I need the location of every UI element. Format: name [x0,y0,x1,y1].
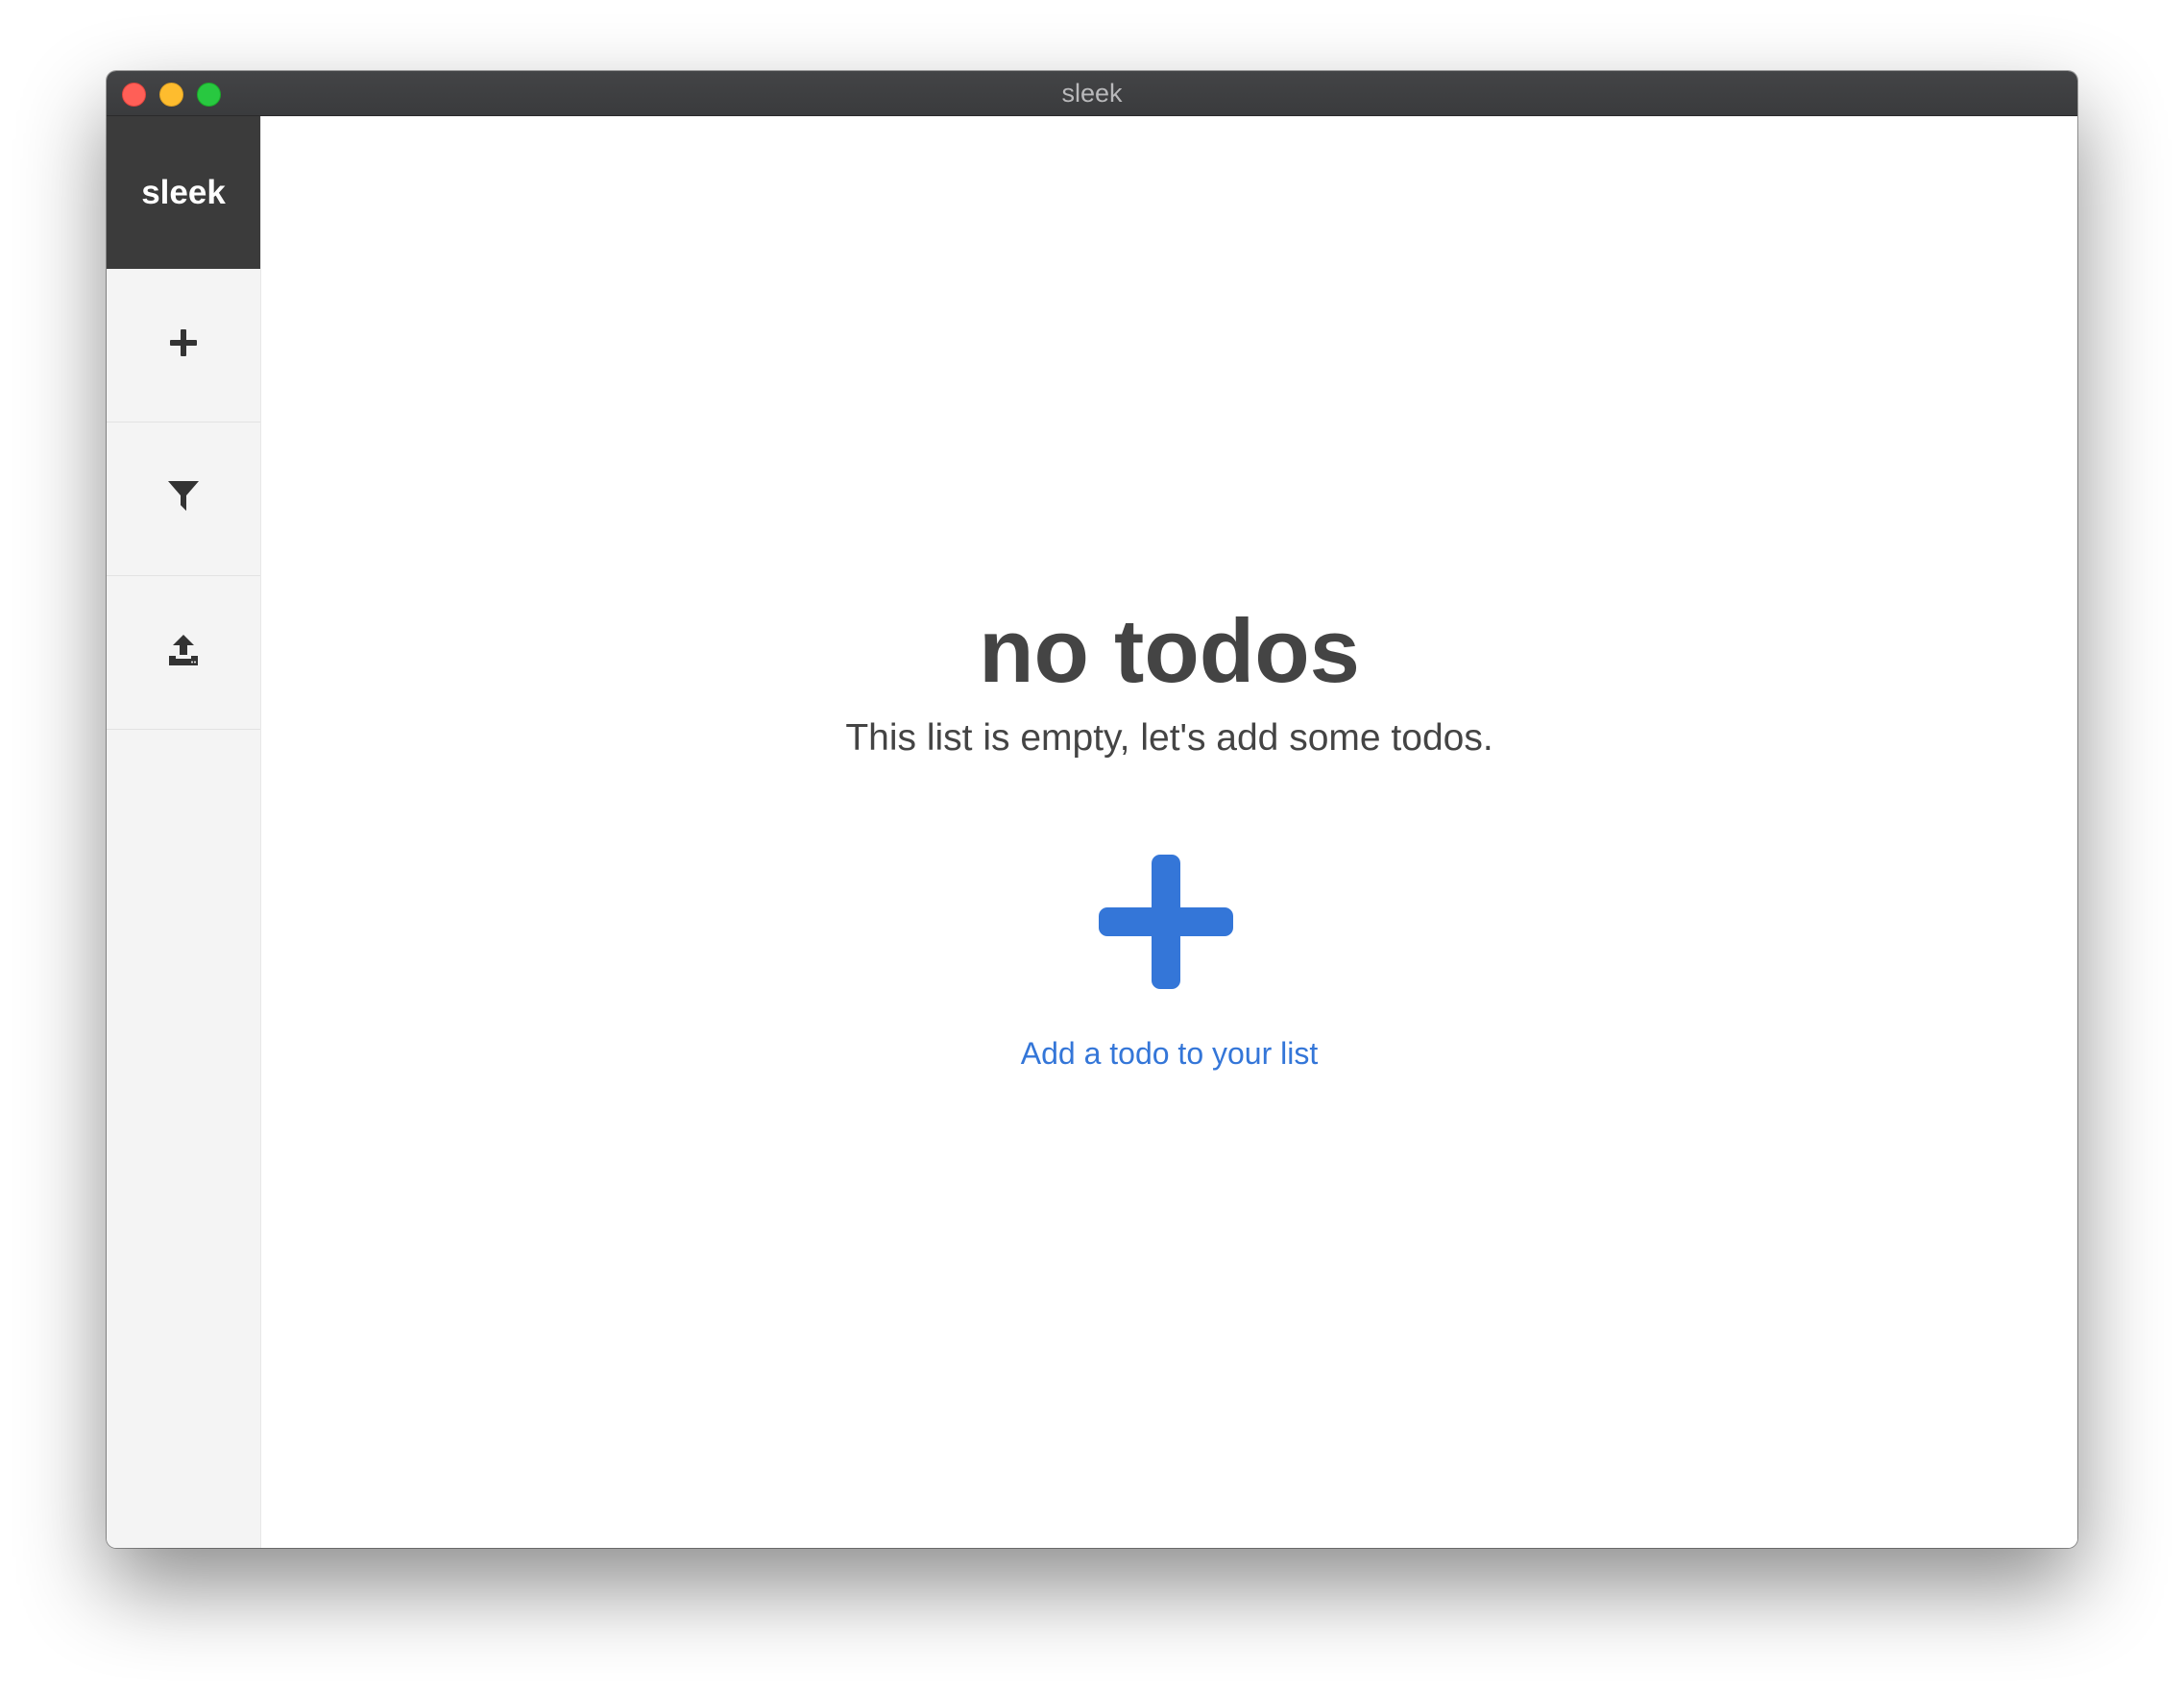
sidebar-filter-button[interactable] [107,422,260,576]
sidebar-open-file-button[interactable] [107,576,260,730]
window-title: sleek [1061,79,1123,108]
plus-icon [1099,855,1233,993]
filter-icon [167,479,200,519]
upload-icon [167,634,200,671]
add-todo-button[interactable] [1099,855,1233,989]
title-bar[interactable]: sleek [107,71,2077,116]
plus-icon [169,328,198,362]
main-content: no todos This list is empty, let's add s… [261,116,2077,1548]
empty-state-subtitle: This list is empty, let's add some todos… [845,717,1493,759]
empty-state-title: no todos [979,600,1360,701]
sidebar: sleek [107,116,261,1548]
app-window: sleek sleek no todos This list is empty,… [107,71,2077,1548]
add-todo-link[interactable]: Add a todo to your list [261,1036,2077,1072]
sidebar-brand: sleek [107,116,260,269]
sidebar-add-button[interactable] [107,269,260,422]
